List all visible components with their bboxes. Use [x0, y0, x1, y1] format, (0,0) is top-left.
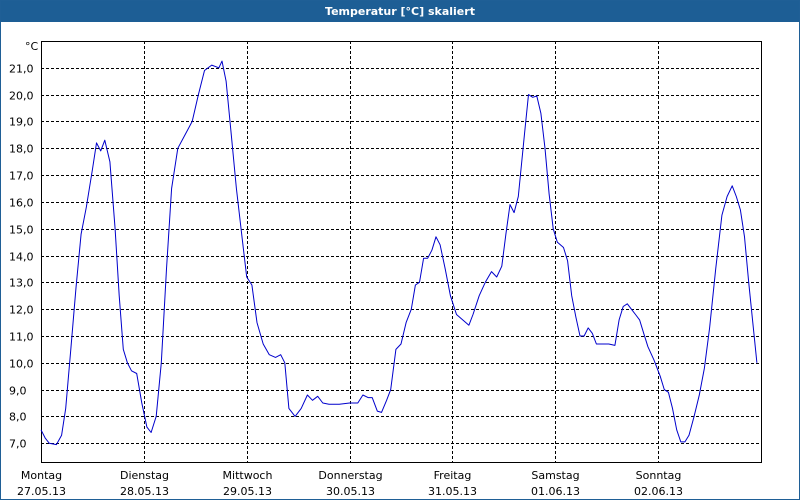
- x-tick-day: Samstag: [531, 469, 579, 482]
- x-tick-date: 28.05.13: [120, 485, 169, 498]
- y-tick-label: 17,0: [9, 170, 34, 183]
- x-tick-day: Sonntag: [636, 469, 682, 482]
- x-tick-date: 31.05.13: [428, 485, 477, 498]
- x-tick-day: Dienstag: [120, 469, 169, 482]
- x-tick-date: 29.05.13: [223, 485, 272, 498]
- y-tick-label: 18,0: [9, 143, 34, 156]
- y-tick-label: 12,0: [9, 304, 34, 317]
- y-tick-label: 11,0: [9, 331, 34, 344]
- axes: [41, 41, 762, 463]
- x-tick-date: 27.05.13: [17, 485, 66, 498]
- y-axis-unit: °C: [25, 40, 39, 53]
- y-tick-label: 14,0: [9, 251, 34, 264]
- x-tick-day: Montag: [21, 469, 62, 482]
- tick-labels: 7,0 8,0 9,0 10,0 11,0 12,0 13,0 14,0 15,0 16,0 17,…: [9, 40, 683, 498]
- y-tick-label: 7,0: [9, 438, 27, 451]
- data-line-layer: [40, 60, 758, 446]
- temperature-series-line: [40, 60, 758, 446]
- temperature-chart: 7,0 8,0 9,0 10,0 11,0 12,0 13,0 14,0 15,0 16,0 17,…: [9, 40, 762, 498]
- y-tick-label: 13,0: [9, 277, 34, 290]
- y-tick-label: 16,0: [9, 197, 34, 210]
- chart-window: Temperatur [°C] skaliert 7,0 8,0 9,0 10,0 11…: [0, 0, 800, 500]
- y-tick-label: 19,0: [9, 116, 34, 129]
- plot-frame: [41, 41, 762, 463]
- x-tick-day: Donnerstag: [318, 469, 382, 482]
- x-tick-day: Mittwoch: [223, 469, 273, 482]
- x-tick-day: Freitag: [434, 469, 472, 482]
- y-tick-label: 10,0: [9, 358, 34, 371]
- y-tick-label: 20,0: [9, 90, 34, 103]
- x-tick-date: 01.06.13: [531, 485, 580, 498]
- y-tick-label: 9,0: [9, 385, 27, 398]
- x-tick-date: 02.06.13: [634, 485, 683, 498]
- x-tick-date: 30.05.13: [326, 485, 375, 498]
- grid: [41, 41, 761, 462]
- y-tick-label: 21,0: [9, 63, 34, 76]
- y-tick-label: 15,0: [9, 224, 34, 237]
- y-tick-label: 8,0: [9, 411, 27, 424]
